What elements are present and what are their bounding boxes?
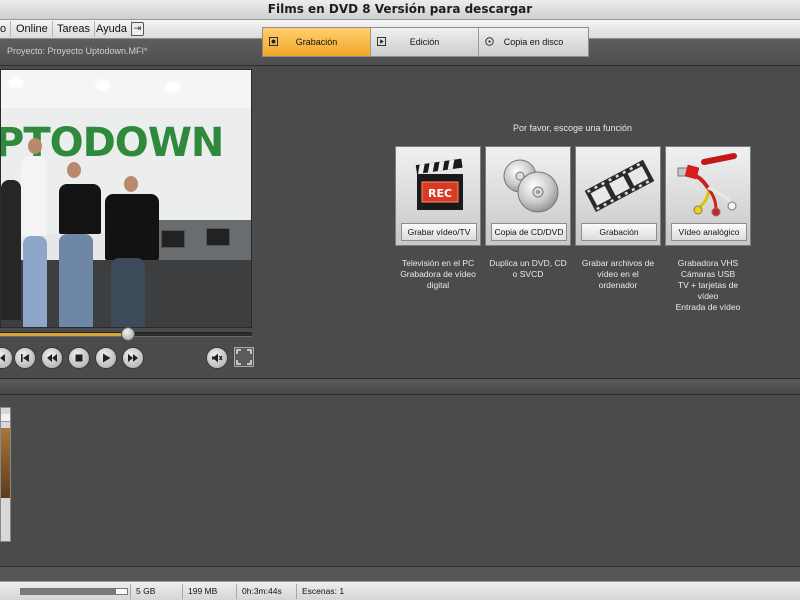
scene-thumbnail[interactable] <box>0 407 11 542</box>
preview-ceiling <box>1 70 251 108</box>
function-description-record-tv: Televisión en el PC Grabadora de vídeo d… <box>393 258 483 291</box>
description-line: Televisión en el PC <box>401 258 475 268</box>
thumbnail-header <box>1 414 10 422</box>
description-line: vídeo en el <box>597 269 639 279</box>
function-description-copy-disc: Duplica un DVD, CD o SVCD <box>483 258 573 280</box>
preview-person <box>23 236 47 327</box>
preview-person-head <box>67 162 81 178</box>
fast-forward-icon <box>128 354 138 362</box>
rewind-icon <box>47 354 57 362</box>
function-card-analog-video[interactable]: Vídeo analógico <box>665 146 751 246</box>
prev-icon <box>21 354 29 362</box>
title-bar: Films en DVD 8 Versión para descargar <box>0 0 800 20</box>
function-card-record-tv[interactable]: REC Grabar vídeo/TV <box>395 146 481 246</box>
preview-person <box>105 194 159 260</box>
av-cable-icon <box>677 153 737 217</box>
panel-separator[interactable] <box>0 378 800 395</box>
scene-count: Escenas: 1 <box>296 584 376 599</box>
function-description-recording: Grabar archivos de vídeo en el ordenador <box>573 258 663 291</box>
preview-light <box>96 80 110 90</box>
function-button-recording[interactable]: Grabación <box>581 223 657 241</box>
preview-person-head <box>28 138 42 154</box>
play-button[interactable] <box>95 347 117 369</box>
status-bar: 5 GB 199 MB 0h:3m:44s Escenas: 1 <box>0 581 800 600</box>
skip-back-button[interactable] <box>0 347 13 369</box>
preview-person <box>21 156 47 236</box>
preview-light <box>9 78 23 88</box>
preview-person <box>59 234 93 327</box>
disk-used: 199 MB <box>182 584 236 599</box>
preview-person <box>59 184 101 234</box>
tab-grabacion[interactable]: Grabación <box>263 28 371 56</box>
description-line: Cámaras USB <box>680 269 736 279</box>
function-button-analog-video[interactable]: Vídeo analógico <box>671 223 747 241</box>
preview-person-head <box>124 176 138 192</box>
preview-monitor <box>161 230 185 248</box>
description-line: o SVCD <box>512 269 544 279</box>
function-card-recording[interactable]: Grabación <box>575 146 661 246</box>
tab-copia-en-disco[interactable]: Copia en disco <box>479 28 588 56</box>
preview-person <box>111 258 145 327</box>
function-description-analog-video: Grabadora VHS Cámaras USB TV + tarjetas … <box>663 258 753 313</box>
description-line: digital <box>426 280 450 290</box>
cd-dvd-icon <box>503 159 559 213</box>
tab-label: Grabación <box>295 37 338 47</box>
disk-usage-bar <box>20 588 128 595</box>
tab-label: Copia en disco <box>503 37 564 47</box>
tab-edicion[interactable]: Edición <box>371 28 479 56</box>
function-button-record-tv[interactable]: Grabar vídeo/TV <box>401 223 477 241</box>
preview-monitor <box>206 228 230 246</box>
fullscreen-icon <box>236 349 252 365</box>
tab-label: Edición <box>409 37 440 47</box>
rec-clapper-icon: REC <box>415 158 463 210</box>
play-icon <box>103 353 111 363</box>
fullscreen-button[interactable] <box>234 347 254 367</box>
rewind-button[interactable] <box>41 347 63 369</box>
previous-button[interactable] <box>14 347 36 369</box>
seek-thumb[interactable] <box>121 327 135 341</box>
window-title: Films en DVD 8 Versión para descargar <box>267 2 533 16</box>
description-line: vídeo <box>697 291 719 301</box>
film-strip-icon <box>584 159 654 212</box>
seek-progress <box>0 333 126 336</box>
description-line: Grabadora VHS <box>677 258 739 268</box>
preview-person <box>1 180 21 320</box>
stop-icon <box>75 354 83 362</box>
disk-total: 5 GB <box>130 584 182 599</box>
mute-button[interactable] <box>206 347 228 369</box>
description-line: Grabadora de vídeo <box>400 269 476 279</box>
description-line: ordenador <box>598 280 638 290</box>
mute-icon <box>212 353 223 363</box>
menu-item-ayuda[interactable]: Ayuda <box>92 21 132 37</box>
thumbnail-image <box>1 428 10 498</box>
function-prompt: Por favor, escoge una función <box>512 123 633 133</box>
mode-tabs: Grabación Edición Copia en disco <box>262 27 589 57</box>
menu-item-online[interactable]: Online <box>12 21 53 37</box>
function-button-copy-disc[interactable]: Copia de CD/DVD <box>491 223 567 241</box>
menu-item-tareas[interactable]: Tareas <box>53 21 96 37</box>
description-line: Entrada de vídeo <box>675 302 741 312</box>
duration: 0h:3m:44s <box>236 584 296 599</box>
description-line: Grabar archivos de <box>581 258 655 268</box>
description-line: TV + tarjetas de <box>677 280 739 290</box>
function-card-copy-disc[interactable]: Copia de CD/DVD <box>485 146 571 246</box>
skip-back-icon <box>0 354 5 362</box>
main-area: PTODOWNcom <box>0 66 800 378</box>
tab-icon[interactable]: ⇥ <box>131 22 144 36</box>
stop-button[interactable] <box>68 347 90 369</box>
description-line: Duplica un DVD, CD <box>489 258 567 268</box>
disk-usage-fill <box>21 589 117 594</box>
video-preview[interactable]: PTODOWNcom <box>0 69 252 328</box>
rec-label: REC <box>428 187 452 200</box>
scene-panel <box>0 396 800 566</box>
preview-light <box>166 82 180 92</box>
project-label: Proyecto: Proyecto Uptodown.MFI* <box>7 46 148 56</box>
bottom-separator <box>0 566 800 581</box>
menu-item-file[interactable]: o <box>0 21 12 37</box>
fast-forward-button[interactable] <box>122 347 144 369</box>
